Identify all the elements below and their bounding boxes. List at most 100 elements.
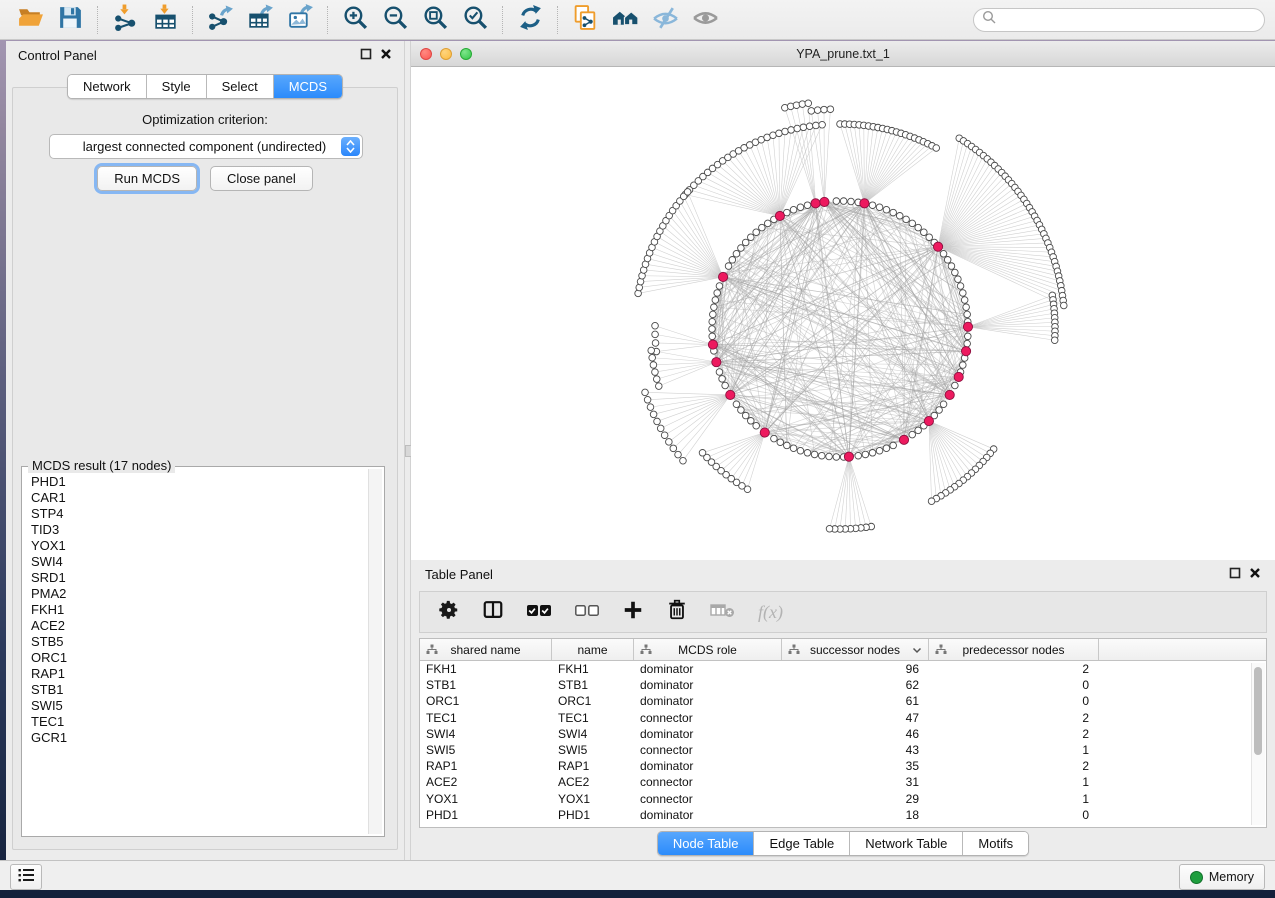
cell-shared-name[interactable]: FKH1 xyxy=(420,662,552,676)
cell-shared-name[interactable]: SWI4 xyxy=(420,727,552,741)
cell-name[interactable]: YOX1 xyxy=(552,792,634,806)
search-box[interactable] xyxy=(973,8,1265,32)
table-row[interactable]: STB1STB1dominator620 xyxy=(420,677,1266,693)
cell-mcds-role[interactable]: connector xyxy=(634,775,782,789)
mcds-result-item[interactable]: STB5 xyxy=(31,634,362,650)
cell-name[interactable]: SWI4 xyxy=(552,727,634,741)
table-row[interactable]: TEC1TEC1connector472 xyxy=(420,710,1266,726)
cell-mcds-role[interactable]: dominator xyxy=(634,759,782,773)
table-row[interactable]: ACE2ACE2connector311 xyxy=(420,774,1266,790)
table-row[interactable]: FKH1FKH1dominator962 xyxy=(420,661,1266,677)
cell-mcds-role[interactable]: connector xyxy=(634,743,782,757)
task-history-button[interactable] xyxy=(10,864,42,890)
table-row[interactable]: YOX1YOX1connector291 xyxy=(420,791,1266,807)
cell-name[interactable]: RAP1 xyxy=(552,759,634,773)
mcds-result-item[interactable]: FKH1 xyxy=(31,602,362,618)
first-neighbors-button[interactable] xyxy=(605,4,645,36)
mcds-result-item[interactable]: SWI4 xyxy=(31,554,362,570)
export-network-button[interactable] xyxy=(200,4,240,36)
cell-shared-name[interactable]: ACE2 xyxy=(420,775,552,789)
table-row[interactable]: PHD1PHD1dominator180 xyxy=(420,807,1266,823)
cell-successor-nodes[interactable]: 61 xyxy=(782,694,929,708)
hide-selected-button[interactable] xyxy=(645,4,685,36)
cell-shared-name[interactable]: ORC1 xyxy=(420,694,552,708)
cell-successor-nodes[interactable]: 96 xyxy=(782,662,929,676)
float-panel-icon[interactable] xyxy=(360,48,372,63)
duplicate-network-button[interactable] xyxy=(565,4,605,36)
table-row[interactable]: RAP1RAP1dominator352 xyxy=(420,758,1266,774)
close-panel-button[interactable]: Close panel xyxy=(210,166,313,191)
table-vertical-scrollbar[interactable] xyxy=(1251,663,1265,825)
mcds-result-item[interactable]: STP4 xyxy=(31,506,362,522)
search-input[interactable] xyxy=(1001,12,1256,28)
optimization-criterion-select[interactable]: largest connected component (undirected) xyxy=(49,134,363,159)
cell-mcds-role[interactable]: connector xyxy=(634,792,782,806)
zoom-fit-button[interactable] xyxy=(415,4,455,36)
table-tab-node-table[interactable]: Node Table xyxy=(658,832,755,855)
cell-predecessor-nodes[interactable]: 1 xyxy=(929,775,1099,789)
cell-predecessor-nodes[interactable]: 2 xyxy=(929,727,1099,741)
gear-button[interactable] xyxy=(438,599,460,626)
tab-select[interactable]: Select xyxy=(207,75,274,98)
cell-successor-nodes[interactable]: 31 xyxy=(782,775,929,789)
scrollbar-thumb[interactable] xyxy=(1254,667,1262,755)
cell-shared-name[interactable]: STB1 xyxy=(420,678,552,692)
refresh-button[interactable] xyxy=(510,4,550,36)
cell-shared-name[interactable]: TEC1 xyxy=(420,711,552,725)
cell-predecessor-nodes[interactable]: 0 xyxy=(929,694,1099,708)
table-tab-edge-table[interactable]: Edge Table xyxy=(754,832,850,855)
cell-shared-name[interactable]: YOX1 xyxy=(420,792,552,806)
table-tab-network-table[interactable]: Network Table xyxy=(850,832,963,855)
cell-mcds-role[interactable]: dominator xyxy=(634,678,782,692)
cell-name[interactable]: TEC1 xyxy=(552,711,634,725)
cell-successor-nodes[interactable]: 29 xyxy=(782,792,929,806)
cell-predecessor-nodes[interactable]: 1 xyxy=(929,792,1099,806)
network-canvas-svg[interactable] xyxy=(411,67,1275,561)
cell-name[interactable]: ACE2 xyxy=(552,775,634,789)
cell-shared-name[interactable]: RAP1 xyxy=(420,759,552,773)
table-row[interactable]: SWI4SWI4dominator462 xyxy=(420,726,1266,742)
cell-mcds-role[interactable]: dominator xyxy=(634,727,782,741)
zoom-selected-button[interactable] xyxy=(455,4,495,36)
add-column-button[interactable] xyxy=(622,599,644,626)
mcds-result-item[interactable]: PHD1 xyxy=(31,474,362,490)
column-header-name[interactable]: name xyxy=(552,639,634,660)
cell-predecessor-nodes[interactable]: 1 xyxy=(929,743,1099,757)
panel-splitter[interactable] xyxy=(404,41,411,860)
mcds-result-item[interactable]: ORC1 xyxy=(31,650,362,666)
tab-style[interactable]: Style xyxy=(147,75,207,98)
cell-mcds-role[interactable]: dominator xyxy=(634,662,782,676)
close-panel-icon[interactable] xyxy=(380,48,392,63)
table-row[interactable]: SWI5SWI5connector431 xyxy=(420,742,1266,758)
tab-network[interactable]: Network xyxy=(68,75,147,98)
show-all-button[interactable] xyxy=(685,4,725,36)
open-button[interactable] xyxy=(10,4,50,36)
export-table-button[interactable] xyxy=(240,4,280,36)
mcds-result-item[interactable]: STB1 xyxy=(31,682,362,698)
memory-button[interactable]: Memory xyxy=(1179,864,1265,890)
save-button[interactable] xyxy=(50,4,90,36)
mcds-result-item[interactable]: YOX1 xyxy=(31,538,362,554)
cell-predecessor-nodes[interactable]: 2 xyxy=(929,662,1099,676)
deselect-all-button[interactable] xyxy=(574,602,600,623)
mcds-result-item[interactable]: RAP1 xyxy=(31,666,362,682)
table-row[interactable]: ORC1ORC1dominator610 xyxy=(420,693,1266,709)
tab-mcds[interactable]: MCDS xyxy=(274,75,342,98)
cell-name[interactable]: PHD1 xyxy=(552,808,634,822)
cell-mcds-role[interactable]: dominator xyxy=(634,808,782,822)
cell-predecessor-nodes[interactable]: 2 xyxy=(929,711,1099,725)
cell-successor-nodes[interactable]: 43 xyxy=(782,743,929,757)
cell-mcds-role[interactable]: connector xyxy=(634,711,782,725)
network-window-titlebar[interactable]: YPA_prune.txt_1 xyxy=(411,41,1275,67)
close-panel-icon[interactable] xyxy=(1249,567,1261,582)
mcds-result-item[interactable]: SWI5 xyxy=(31,698,362,714)
mcds-result-item[interactable]: SRD1 xyxy=(31,570,362,586)
zoom-out-button[interactable] xyxy=(375,4,415,36)
mcds-result-scrollbar[interactable] xyxy=(368,469,382,834)
split-panel-button[interactable] xyxy=(482,599,504,626)
import-network-button[interactable] xyxy=(105,4,145,36)
table-tab-motifs[interactable]: Motifs xyxy=(963,832,1028,855)
cell-successor-nodes[interactable]: 35 xyxy=(782,759,929,773)
mcds-result-item[interactable]: PMA2 xyxy=(31,586,362,602)
column-header-successor-nodes[interactable]: successor nodes xyxy=(782,639,929,660)
